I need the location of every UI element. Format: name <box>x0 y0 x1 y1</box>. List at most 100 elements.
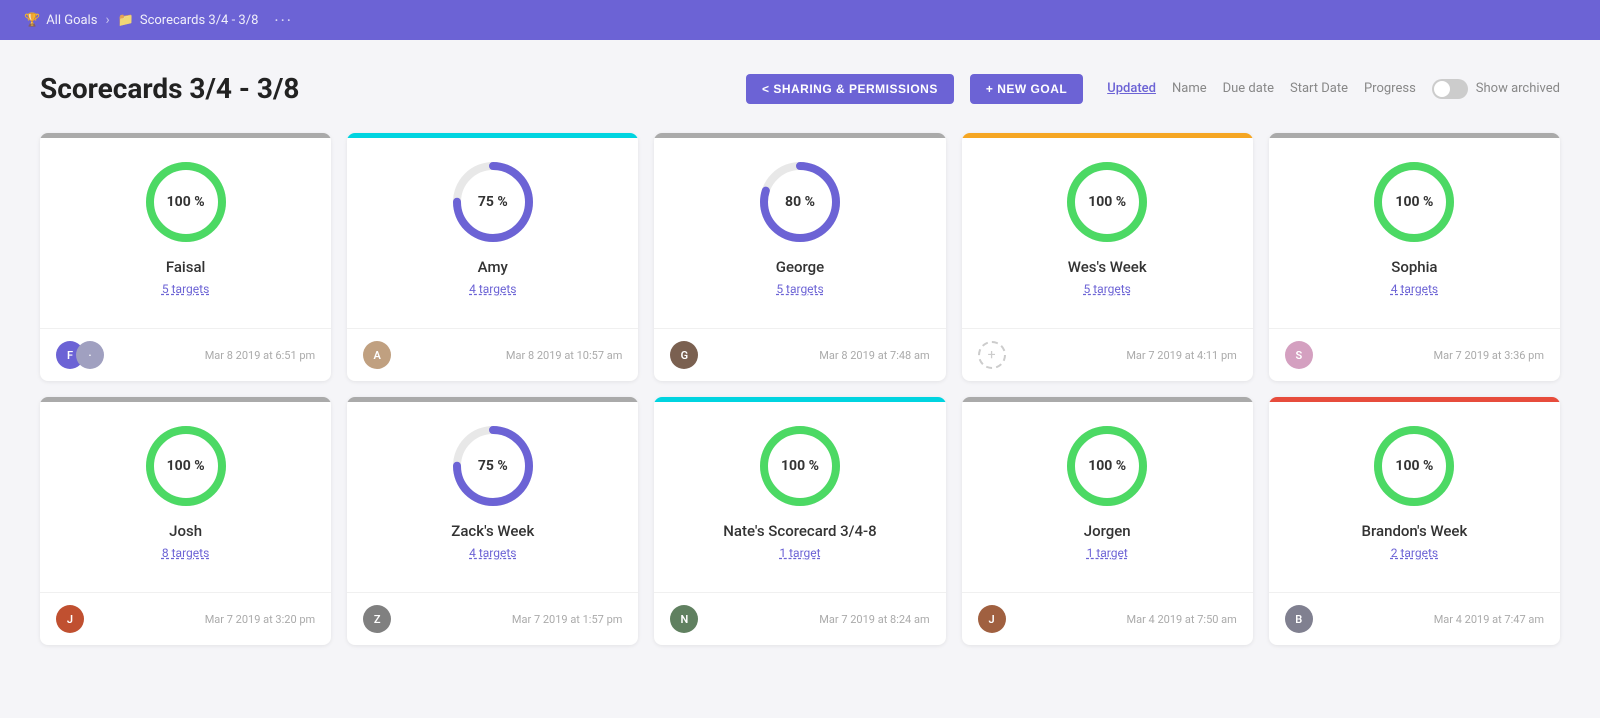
sort-option-updated[interactable]: Updated <box>1107 81 1156 96</box>
all-goals-label: All Goals <box>46 13 97 28</box>
avatar-group: B <box>1285 605 1313 633</box>
header-row: Scorecards 3/4 - 3/8 < SHARING & PERMISS… <box>40 72 1560 105</box>
avatar-group: J <box>978 605 1006 633</box>
avatar: G <box>670 341 698 369</box>
card-timestamp: Mar 4 2019 at 7:47 am <box>1434 613 1544 626</box>
card-targets[interactable]: 5 targets <box>776 282 823 296</box>
card-body: 100 % Josh 8 targets <box>40 402 331 592</box>
card-name: Wes's Week <box>1068 258 1147 276</box>
folder-icon: 📁 <box>118 13 134 28</box>
card-timestamp: Mar 4 2019 at 7:50 am <box>1127 613 1237 626</box>
card-timestamp: Mar 7 2019 at 4:11 pm <box>1126 349 1236 362</box>
card-nate-scorecard[interactable]: 100 % Nate's Scorecard 3/4-8 1 target N … <box>654 397 945 645</box>
card-wes-week[interactable]: 100 % Wes's Week 5 targets + Mar 7 2019 … <box>962 133 1253 381</box>
avatar: J <box>56 605 84 633</box>
avatar: Z <box>363 605 391 633</box>
trophy-icon: 🏆 <box>24 13 40 28</box>
card-timestamp: Mar 7 2019 at 3:36 pm <box>1434 349 1544 362</box>
card-josh[interactable]: 100 % Josh 8 targets J Mar 7 2019 at 3:2… <box>40 397 331 645</box>
card-targets[interactable]: 5 targets <box>162 282 209 296</box>
progress-circle: 80 % <box>760 162 840 242</box>
sort-option-due_date[interactable]: Due date <box>1223 81 1274 96</box>
progress-circle: 100 % <box>760 426 840 506</box>
card-footer: Z Mar 7 2019 at 1:57 pm <box>347 592 638 645</box>
card-timestamp: Mar 8 2019 at 10:57 am <box>506 349 622 362</box>
progress-circle: 100 % <box>1067 426 1147 506</box>
avatar-group: N <box>670 605 698 633</box>
progress-circle: 100 % <box>1067 162 1147 242</box>
card-george[interactable]: 80 % George 5 targets G Mar 8 2019 at 7:… <box>654 133 945 381</box>
card-targets[interactable]: 8 targets <box>162 546 209 560</box>
card-targets[interactable]: 1 target <box>1087 546 1128 560</box>
card-name: Josh <box>169 522 202 540</box>
top-nav: 🏆 All Goals › 📁 Scorecards 3/4 - 3/8 ··· <box>0 0 1600 40</box>
card-targets[interactable]: 4 targets <box>469 282 516 296</box>
progress-circle: 100 % <box>146 162 226 242</box>
progress-label: 100 % <box>1395 458 1433 474</box>
progress-circle: 75 % <box>453 162 533 242</box>
avatar: S <box>1285 341 1313 369</box>
card-targets[interactable]: 5 targets <box>1084 282 1131 296</box>
nav-separator: › <box>105 12 109 28</box>
card-targets[interactable]: 2 targets <box>1391 546 1438 560</box>
card-targets[interactable]: 4 targets <box>469 546 516 560</box>
card-footer: J Mar 4 2019 at 7:50 am <box>962 592 1253 645</box>
card-footer: + Mar 7 2019 at 4:11 pm <box>962 328 1253 381</box>
progress-label: 75 % <box>478 458 508 474</box>
sort-options: Updated Name Due date Start Date Progress <box>1107 81 1416 96</box>
progress-circle: 100 % <box>1374 162 1454 242</box>
progress-label: 100 % <box>781 458 819 474</box>
card-sophia[interactable]: 100 % Sophia 4 targets S Mar 7 2019 at 3… <box>1269 133 1560 381</box>
breadcrumb-nav[interactable]: 📁 Scorecards 3/4 - 3/8 <box>118 13 259 28</box>
avatar-group: G <box>670 341 698 369</box>
card-body: 100 % Wes's Week 5 targets <box>962 138 1253 328</box>
main-content: Scorecards 3/4 - 3/8 < SHARING & PERMISS… <box>0 40 1600 685</box>
avatar: · <box>76 341 104 369</box>
sort-option-name[interactable]: Name <box>1172 81 1207 96</box>
card-name: George <box>776 258 824 276</box>
card-footer: F· Mar 8 2019 at 6:51 pm <box>40 328 331 381</box>
card-faisal[interactable]: 100 % Faisal 5 targets F· Mar 8 2019 at … <box>40 133 331 381</box>
progress-label: 75 % <box>478 194 508 210</box>
avatar-group: A <box>363 341 391 369</box>
progress-label: 100 % <box>1395 194 1433 210</box>
page-title: Scorecards 3/4 - 3/8 <box>40 72 730 105</box>
card-footer: B Mar 4 2019 at 7:47 am <box>1269 592 1560 645</box>
card-name: Amy <box>478 258 508 276</box>
avatar: A <box>363 341 391 369</box>
card-amy[interactable]: 75 % Amy 4 targets A Mar 8 2019 at 10:57… <box>347 133 638 381</box>
avatar-group: J <box>56 605 84 633</box>
sort-option-start_date[interactable]: Start Date <box>1290 81 1348 96</box>
more-options-button[interactable]: ··· <box>274 11 293 30</box>
breadcrumb-label: Scorecards 3/4 - 3/8 <box>140 13 259 28</box>
progress-label: 80 % <box>785 194 815 210</box>
show-archived-toggle[interactable] <box>1432 79 1468 99</box>
card-body: 100 % Faisal 5 targets <box>40 138 331 328</box>
sort-option-progress[interactable]: Progress <box>1364 81 1416 96</box>
avatar: B <box>1285 605 1313 633</box>
card-jorgen[interactable]: 100 % Jorgen 1 target J Mar 4 2019 at 7:… <box>962 397 1253 645</box>
avatar-placeholder: + <box>978 341 1006 369</box>
all-goals-nav[interactable]: 🏆 All Goals <box>24 13 97 28</box>
avatar-group: Z <box>363 605 391 633</box>
card-name: Jorgen <box>1084 522 1131 540</box>
card-targets[interactable]: 1 target <box>779 546 820 560</box>
new-goal-button[interactable]: + NEW GOAL <box>970 74 1083 104</box>
avatar: J <box>978 605 1006 633</box>
progress-label: 100 % <box>1088 458 1126 474</box>
avatar-group: F· <box>56 341 104 369</box>
card-footer: A Mar 8 2019 at 10:57 am <box>347 328 638 381</box>
card-targets[interactable]: 4 targets <box>1391 282 1438 296</box>
card-footer: G Mar 8 2019 at 7:48 am <box>654 328 945 381</box>
card-body: 75 % Amy 4 targets <box>347 138 638 328</box>
progress-label: 100 % <box>167 194 205 210</box>
progress-circle: 100 % <box>146 426 226 506</box>
avatar-group: S <box>1285 341 1313 369</box>
sharing-permissions-button[interactable]: < SHARING & PERMISSIONS <box>746 74 954 104</box>
progress-circle: 100 % <box>1374 426 1454 506</box>
card-zack-week[interactable]: 75 % Zack's Week 4 targets Z Mar 7 2019 … <box>347 397 638 645</box>
card-timestamp: Mar 7 2019 at 8:24 am <box>819 613 929 626</box>
card-brandon-week[interactable]: 100 % Brandon's Week 2 targets B Mar 4 2… <box>1269 397 1560 645</box>
card-name: Sophia <box>1391 258 1437 276</box>
card-name: Nate's Scorecard 3/4-8 <box>723 522 876 540</box>
